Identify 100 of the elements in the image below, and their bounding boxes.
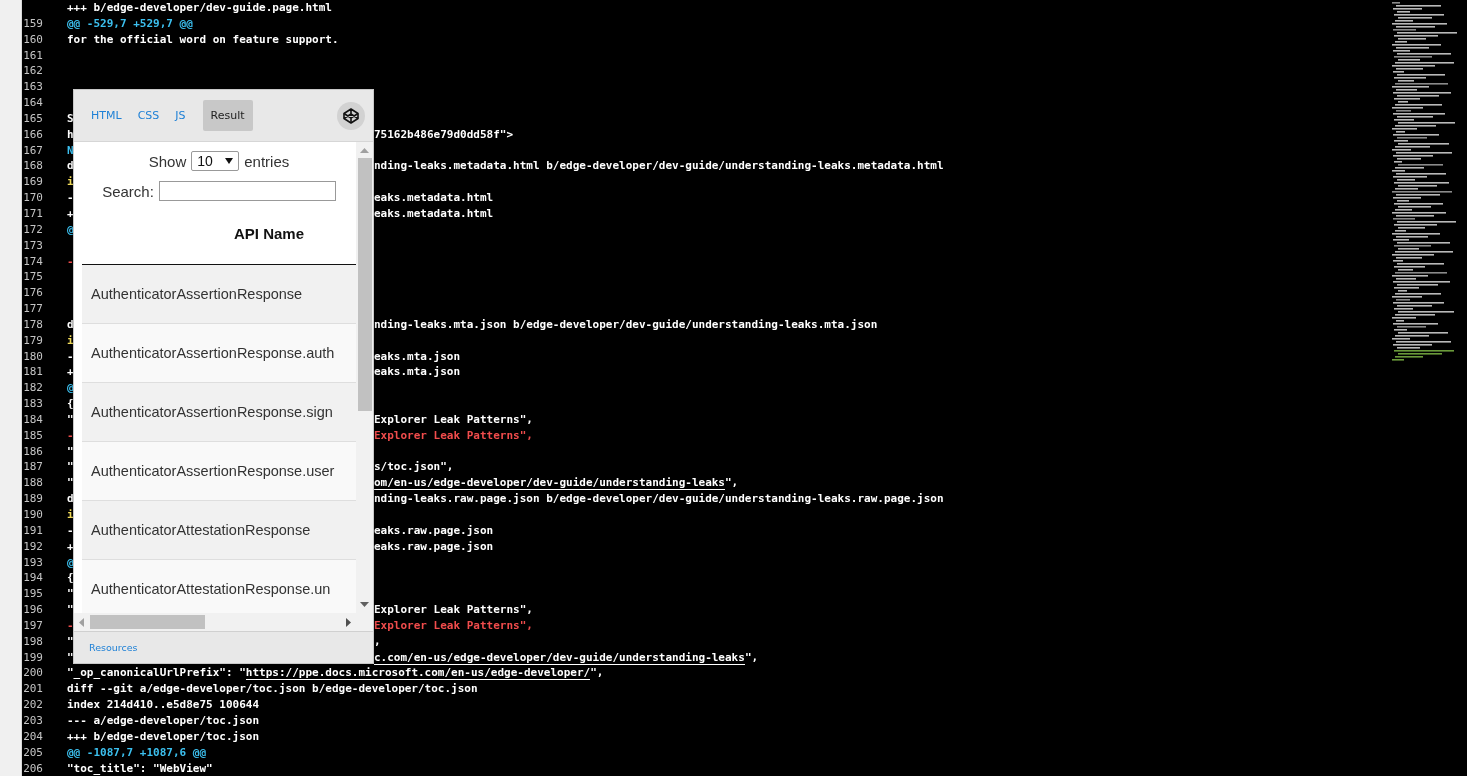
- code-text: h: [67, 127, 74, 141]
- line-number: 199: [23, 650, 43, 664]
- line-number: 174: [23, 254, 43, 268]
- cube-icon[interactable]: [337, 101, 365, 130]
- line-number: 186: [23, 444, 43, 458]
- line-number: 194: [23, 571, 43, 585]
- tab[interactable]: Result: [202, 100, 253, 131]
- code-text: diff --git a/edge-developer/toc.json b/edge-developer/toc.json: [67, 682, 478, 696]
- code-link[interactable]: om/en-us/edge-developer/dev-guide/understanding-leaks: [374, 476, 725, 491]
- code-text: ": [67, 476, 74, 490]
- line-number: 178: [23, 317, 43, 331]
- table-row[interactable]: AuthenticatorAttestationResponse.un: [82, 560, 356, 613]
- code-link[interactable]: https://ppe.docs.microsoft.com/en-us/edge-developer/: [245, 666, 591, 681]
- line-number: 179: [23, 333, 43, 347]
- page-size-select[interactable]: 10: [191, 151, 240, 171]
- code-text: nding-leaks.metadata.html b/edge-developer/dev-guide/understanding-leaks.metadata.html: [374, 159, 944, 173]
- column-header[interactable]: API Name: [82, 225, 305, 242]
- line-number: 204: [23, 729, 43, 743]
- line-number: 159: [23, 16, 43, 30]
- scrollbar-thumb[interactable]: [357, 158, 372, 411]
- line-number: 173: [23, 238, 43, 252]
- table-row[interactable]: AuthenticatorAssertionResponse: [82, 265, 356, 324]
- code-text: ",: [725, 476, 739, 490]
- code-text: "_op_canonicalUrlPrefix": ": [67, 666, 246, 680]
- search-label: Search:: [102, 182, 154, 200]
- scroll-down-icon[interactable]: [360, 602, 369, 607]
- code-text: -: [67, 254, 74, 268]
- code-text: i: [67, 175, 74, 189]
- code-text: -: [67, 349, 74, 363]
- line-number: 189: [23, 492, 43, 506]
- line-number: 175: [23, 270, 43, 284]
- line-number: 197: [23, 618, 43, 632]
- line-number: 190: [23, 508, 43, 521]
- line-number: 176: [23, 286, 43, 300]
- code-text: eaks.raw.page.json: [374, 523, 494, 537]
- code-text: s/toc.json",: [374, 460, 454, 474]
- line-number: 167: [23, 143, 43, 157]
- line-number: 184: [23, 412, 43, 426]
- code-text: Explorer Leak Patterns",: [374, 618, 533, 632]
- code-text: +: [67, 206, 74, 220]
- line-number: 181: [23, 365, 43, 379]
- search-field[interactable]: [158, 181, 336, 201]
- code-text: @: [67, 555, 74, 569]
- line-number: 206: [23, 761, 43, 775]
- line-number: 162: [23, 64, 43, 78]
- entries-label: entries: [244, 152, 290, 170]
- code-text: eaks.mta.json: [374, 349, 461, 363]
- table-row[interactable]: AuthenticatorAttestationResponse: [82, 501, 356, 560]
- code-text: Explorer Leak Patterns",: [374, 412, 533, 426]
- code-text: --- a/edge-developer/toc.json: [67, 713, 260, 727]
- table-row[interactable]: AuthenticatorAssertionResponse.user: [82, 442, 356, 501]
- table-row[interactable]: AuthenticatorAssertionResponse.auth: [82, 324, 356, 383]
- line-number: 165: [23, 111, 43, 125]
- horizontal-scrollbar[interactable]: [74, 613, 373, 631]
- code-text: @@ -1087,7 +1087,6 @@: [67, 745, 207, 759]
- code-text: {: [67, 571, 74, 585]
- line-number: 193: [23, 555, 43, 569]
- code-text: "toc_title": "WebView": [67, 761, 213, 775]
- code-text: {: [67, 397, 74, 411]
- scroll-up-icon[interactable]: [360, 148, 369, 153]
- scrollbar-thumb[interactable]: [90, 615, 205, 629]
- code-text: -: [67, 428, 74, 442]
- code-text: ,: [374, 634, 381, 648]
- code-text: Explorer Leak Patterns",: [374, 603, 533, 617]
- code-text: ",: [590, 666, 604, 680]
- line-number: 192: [23, 539, 43, 553]
- line-number: 177: [23, 302, 43, 316]
- resources-link[interactable]: Resources: [89, 642, 138, 653]
- table-row[interactable]: AuthenticatorAssertionResponse.sign: [82, 383, 356, 442]
- line-number: 164: [23, 96, 43, 110]
- code-text: +: [67, 539, 74, 553]
- line-number: 188: [23, 476, 43, 490]
- code-text: S: [67, 111, 74, 125]
- line-number: 161: [23, 48, 43, 62]
- code-text: nding-leaks.mta.json b/edge-developer/dev-guide/understanding-leaks.mta.json: [374, 317, 878, 331]
- scroll-right-icon[interactable]: [346, 617, 351, 627]
- line-number: 160: [23, 32, 43, 46]
- tab[interactable]: JS: [167, 100, 194, 131]
- line-number: 163: [23, 80, 43, 94]
- line-number: 202: [23, 698, 43, 712]
- code-text: i: [67, 333, 74, 347]
- code-text: d: [67, 159, 74, 173]
- scroll-left-icon[interactable]: [79, 617, 84, 627]
- line-number: 170: [23, 191, 43, 205]
- vertical-scrollbar[interactable]: [356, 142, 373, 613]
- code-text: ": [67, 444, 74, 458]
- code-text: ": [67, 650, 74, 664]
- line-number: 182: [23, 381, 43, 395]
- line-number: 185: [23, 428, 43, 442]
- code-text: ": [67, 603, 74, 617]
- caret-icon: [225, 158, 234, 164]
- line-number: 200: [23, 666, 43, 680]
- code-text: ": [67, 634, 74, 648]
- code-link[interactable]: c.com/en-us/edge-developer/dev-guide/understanding-leaks: [374, 650, 745, 665]
- code-text: eaks.metadata.html: [374, 206, 494, 220]
- line-number: 172: [23, 222, 43, 236]
- code-text: -: [67, 191, 74, 205]
- line-number: 169: [23, 175, 43, 189]
- code-text: -: [67, 618, 74, 632]
- line-number: 166: [23, 127, 43, 141]
